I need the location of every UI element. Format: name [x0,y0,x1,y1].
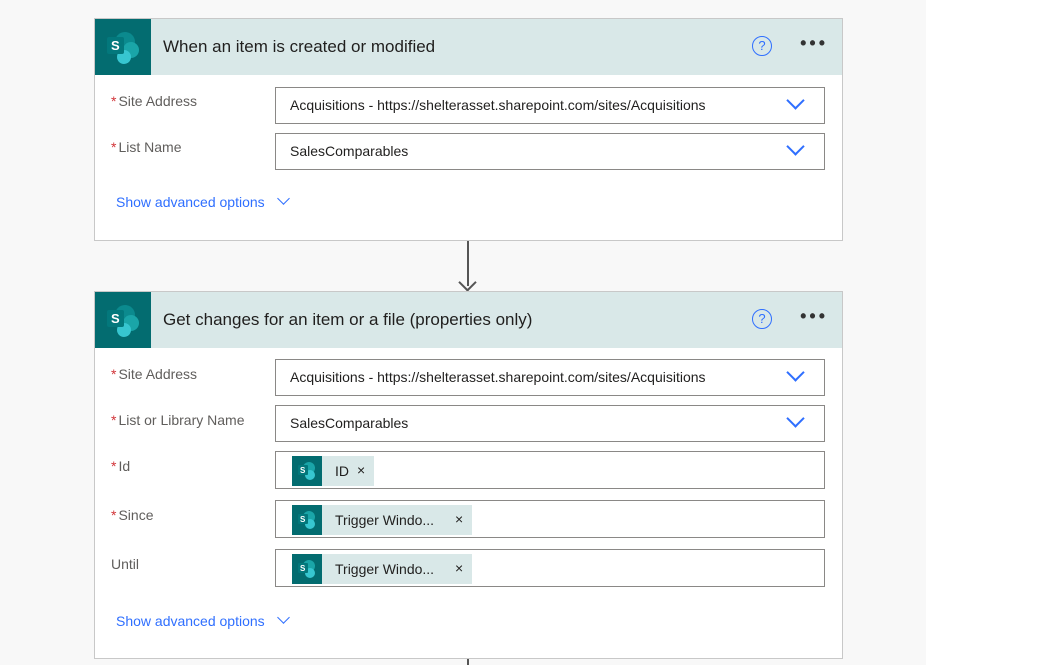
list-library-name-dropdown[interactable]: SalesComparables [275,405,825,442]
svg-text:S: S [111,311,120,326]
remove-token-icon[interactable]: × [357,462,365,478]
token-label: Trigger Windo... [335,561,435,577]
action-card: S Get changes for an item or a file (pro… [94,291,843,659]
card-header[interactable]: S When an item is created or modified ? … [95,19,842,75]
until-input[interactable]: S Trigger Windo... × [275,549,825,587]
chevron-down-icon [786,363,805,382]
list-name-label: * List Name [111,139,182,155]
remove-token-icon[interactable]: × [455,560,463,576]
help-icon[interactable]: ? [752,36,772,56]
site-address-label: * Site Address [111,93,198,109]
chevron-down-icon [786,91,805,110]
sharepoint-logo-icon: S [95,292,151,348]
svg-text:S: S [300,564,306,573]
svg-text:S: S [300,515,306,524]
until-label: Until [111,556,140,572]
id-input[interactable]: S ID × [275,451,825,489]
sharepoint-logo-icon: S [292,456,322,486]
list-name-dropdown[interactable]: SalesComparables [275,133,825,170]
token-chip-id[interactable]: S ID × [292,456,374,486]
card-header[interactable]: S Get changes for an item or a file (pro… [95,292,842,348]
site-address-dropdown[interactable]: Acquisitions - https://shelterasset.shar… [275,87,825,124]
trigger-card: S When an item is created or modified ? … [94,18,843,241]
since-input[interactable]: S Trigger Windo... × [275,500,825,538]
card-title: Get changes for an item or a file (prope… [163,310,533,329]
remove-token-icon[interactable]: × [455,511,463,527]
token-chip-trigger-window[interactable]: S Trigger Windo... × [292,554,472,584]
token-chip-trigger-window[interactable]: S Trigger Windo... × [292,505,472,535]
token-label: Trigger Windo... [335,512,435,528]
show-advanced-options-link[interactable]: Show advanced options [116,611,290,629]
more-options-icon[interactable]: ••• [800,306,828,327]
help-icon[interactable]: ? [752,309,772,329]
sharepoint-logo-icon: S [95,19,151,75]
chevron-down-icon [276,611,290,624]
chevron-down-icon [276,192,290,205]
id-label: * Id [111,458,131,474]
site-address-dropdown[interactable]: Acquisitions - https://shelterasset.shar… [275,359,825,396]
show-advanced-options-link[interactable]: Show advanced options [116,192,290,210]
more-options-icon[interactable]: ••• [800,33,828,54]
site-address-label: * Site Address [111,366,198,382]
card-title: When an item is created or modified [163,37,436,56]
token-label: ID [335,463,349,479]
svg-text:S: S [111,38,120,53]
connector-line [467,659,469,665]
list-library-name-label: * List or Library Name [111,412,245,428]
since-label: * Since [111,507,154,523]
sharepoint-logo-icon: S [292,505,322,535]
svg-text:S: S [300,466,306,475]
chevron-down-icon [786,409,805,428]
chevron-down-icon [786,137,805,156]
sharepoint-logo-icon: S [292,554,322,584]
